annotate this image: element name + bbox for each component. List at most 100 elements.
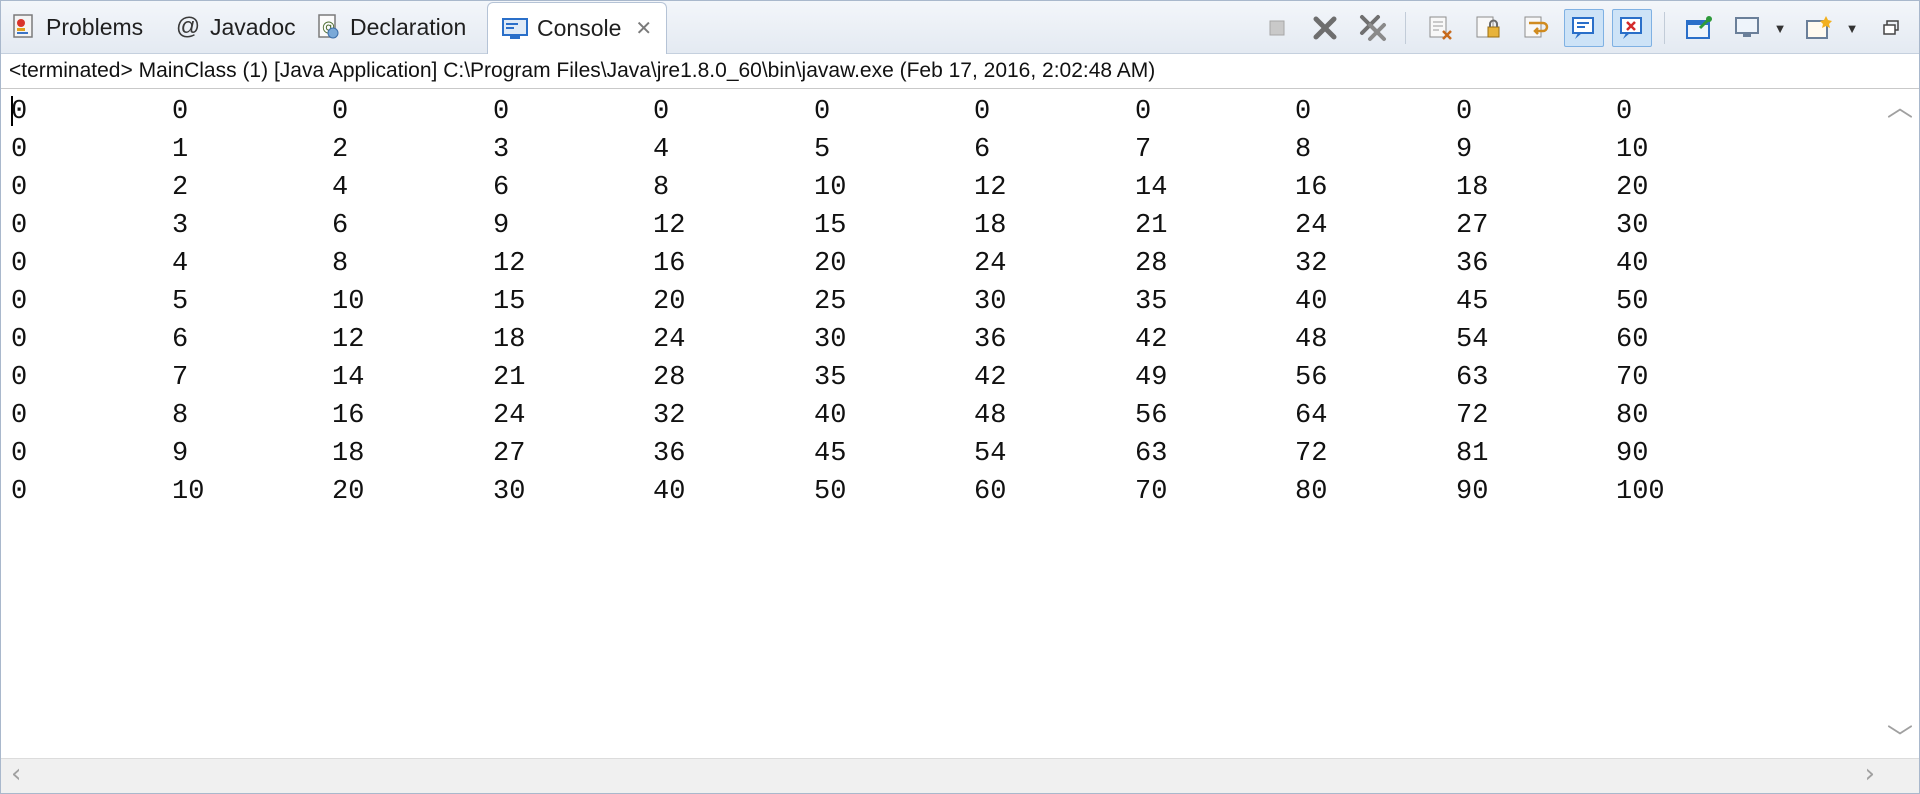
- console-value: 12: [653, 211, 686, 241]
- console-value: 35: [1135, 287, 1168, 317]
- tab-label: Declaration: [350, 13, 467, 40]
- console-value: 60: [1616, 325, 1649, 355]
- scroll-right-icon[interactable]: ›: [1865, 759, 1875, 789]
- console-value: 80: [1616, 401, 1649, 431]
- console-value: 18: [493, 325, 526, 355]
- clear-console-icon[interactable]: [1420, 9, 1460, 47]
- console-value: 45: [1456, 287, 1489, 317]
- pin-console-icon[interactable]: [1679, 9, 1719, 47]
- declaration-icon: @: [315, 14, 341, 40]
- terminate-icon[interactable]: [1257, 9, 1297, 47]
- console-value: 42: [1135, 325, 1168, 355]
- console-value: 30: [1616, 211, 1649, 241]
- console-value: 40: [1295, 287, 1328, 317]
- console-value: 0: [1135, 97, 1152, 127]
- horizontal-scrollbar[interactable]: ‹ ›: [1, 758, 1919, 793]
- scroll-down-icon[interactable]: ﹀: [1887, 718, 1913, 755]
- console-value: 16: [653, 249, 686, 279]
- console-value: 0: [1295, 97, 1312, 127]
- close-icon[interactable]: ✕: [635, 16, 652, 41]
- console-value: 9: [493, 211, 510, 241]
- console-value: 4: [172, 249, 189, 279]
- console-value: 10: [1616, 135, 1649, 165]
- console-value: 0: [11, 287, 28, 317]
- vertical-scrollbar[interactable]: ︿ ﹀: [1887, 87, 1919, 755]
- console-value: 6: [493, 173, 510, 203]
- console-value: 32: [653, 401, 686, 431]
- chevron-down-icon[interactable]: ▼: [1769, 9, 1791, 47]
- console-value: 1: [172, 135, 189, 165]
- tab-console[interactable]: Console ✕: [487, 2, 668, 54]
- console-value: 63: [1135, 439, 1168, 469]
- at-icon: @: [175, 13, 201, 40]
- console-value: 0: [1616, 97, 1633, 127]
- tab-problems[interactable]: Problems: [11, 1, 143, 53]
- console-value: 7: [1135, 135, 1152, 165]
- view-tab-bar: Problems @ Javadoc @ Declaration Console…: [1, 1, 1919, 54]
- console-value: 0: [974, 97, 991, 127]
- console-view: Problems @ Javadoc @ Declaration Console…: [0, 0, 1920, 794]
- console-value: 20: [332, 477, 365, 507]
- console-value: 0: [11, 401, 28, 431]
- console-value: 30: [814, 325, 847, 355]
- show-on-stderr-icon[interactable]: [1612, 9, 1652, 47]
- console-value: 36: [653, 439, 686, 469]
- console-value: 48: [974, 401, 1007, 431]
- console-value: 21: [1135, 211, 1168, 241]
- console-value: 0: [172, 97, 189, 127]
- open-console-icon[interactable]: [1799, 9, 1839, 47]
- scroll-left-icon[interactable]: ‹: [11, 759, 21, 789]
- console-value: 18: [1456, 173, 1489, 203]
- console-value: 24: [1295, 211, 1328, 241]
- console-value: 90: [1456, 477, 1489, 507]
- console-value: 3: [493, 135, 510, 165]
- console-value: 40: [653, 477, 686, 507]
- console-value: 54: [974, 439, 1007, 469]
- console-value: 70: [1135, 477, 1168, 507]
- console-value: 12: [974, 173, 1007, 203]
- minimize-icon[interactable]: [1871, 9, 1911, 47]
- scroll-lock-icon[interactable]: [1468, 9, 1508, 47]
- console-value: 81: [1456, 439, 1489, 469]
- display-console-icon[interactable]: [1727, 9, 1767, 47]
- console-value: 6: [974, 135, 991, 165]
- console-value: 45: [814, 439, 847, 469]
- console-value: 0: [11, 439, 28, 469]
- console-value: 20: [1616, 173, 1649, 203]
- scroll-up-icon[interactable]: ︿: [1887, 87, 1913, 124]
- tab-declaration[interactable]: @ Declaration: [315, 1, 466, 53]
- console-value: 0: [11, 325, 28, 355]
- tab-javadoc[interactable]: @ Javadoc: [175, 1, 296, 53]
- console-value: 8: [1295, 135, 1312, 165]
- console-value: 0: [11, 97, 28, 127]
- console-value: 20: [653, 287, 686, 317]
- remove-launch-icon[interactable]: [1305, 9, 1345, 47]
- console-value: 35: [814, 363, 847, 393]
- text-caret: [11, 96, 13, 126]
- console-value: 24: [974, 249, 1007, 279]
- console-value: 0: [11, 173, 28, 203]
- tab-label: Problems: [46, 13, 144, 40]
- console-value: 36: [974, 325, 1007, 355]
- console-value: 0: [11, 211, 28, 241]
- console-line: 0 8 16 24 32 40 48 56 64 72 80: [11, 396, 1871, 434]
- console-value: 2: [332, 135, 349, 165]
- console-value: 6: [332, 211, 349, 241]
- console-value: 72: [1295, 439, 1328, 469]
- console-value: 56: [1135, 401, 1168, 431]
- chevron-down-icon[interactable]: ▼: [1841, 9, 1863, 47]
- console-value: 0: [814, 97, 831, 127]
- console-line: 0 2 4 6 8 10 12 14 16 18 20: [11, 168, 1871, 206]
- word-wrap-icon[interactable]: [1516, 9, 1556, 47]
- toolbar-separator: [1405, 12, 1406, 44]
- console-value: 0: [11, 135, 28, 165]
- console-value: 30: [974, 287, 1007, 317]
- remove-all-terminated-icon[interactable]: [1353, 9, 1393, 47]
- console-value: 20: [814, 249, 847, 279]
- show-on-stdout-icon[interactable]: [1564, 9, 1604, 47]
- tab-label: Console: [537, 15, 622, 41]
- console-value: 18: [974, 211, 1007, 241]
- console-value: 72: [1456, 401, 1489, 431]
- console-output[interactable]: 0 0 0 0 0 0 0 0 0 0 0 0 1 2 3 4 5 6 7 8 9 10 0 2 4 6 8 10 12 14 16 18 20…: [11, 92, 1871, 752]
- console-value: 9: [1456, 135, 1473, 165]
